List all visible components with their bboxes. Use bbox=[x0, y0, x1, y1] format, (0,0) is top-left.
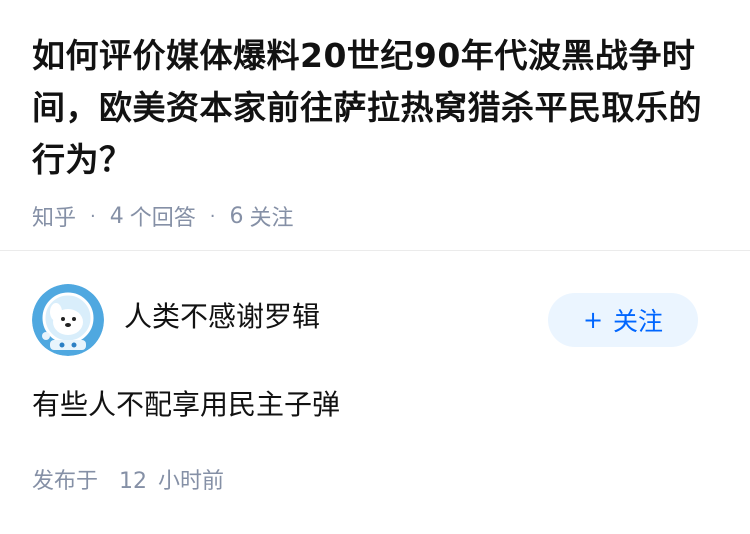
answer-card: 人类不感谢罗辑 + 关注 有些人不配享用民主子弹 发布于 12 小时前 bbox=[0, 251, 750, 495]
time-value: 12 bbox=[119, 469, 148, 494]
avatar[interactable] bbox=[32, 284, 104, 356]
follow-button[interactable]: + 关注 bbox=[548, 293, 698, 347]
answers-count: 4 bbox=[109, 203, 124, 229]
time-prefix: 发布于 bbox=[32, 469, 99, 494]
meta-separator: · bbox=[209, 205, 216, 227]
zhihu-question-page: 如何评价媒体爆料20世纪90年代波黑战争时间，欧美资本家前往萨拉热窝猎杀平民取乐… bbox=[0, 0, 750, 534]
answers-label[interactable]: 个回答 bbox=[130, 200, 196, 232]
time-unit: 小时前 bbox=[158, 469, 225, 494]
follow-label: 关注 bbox=[613, 307, 664, 336]
question-meta: 知乎 · 4 个回答 · 6 关注 bbox=[32, 200, 718, 232]
plus-icon: + bbox=[582, 306, 604, 334]
meta-separator: · bbox=[90, 205, 96, 227]
author-row: 人类不感谢罗辑 + 关注 bbox=[32, 283, 718, 357]
followers-label[interactable]: 关注 bbox=[250, 200, 294, 232]
answer-content[interactable]: 有些人不配享用民主子弹 bbox=[32, 385, 718, 425]
author-name[interactable]: 人类不感谢罗辑 bbox=[124, 295, 548, 335]
question-title[interactable]: 如何评价媒体爆料20世纪90年代波黑战争时间，欧美资本家前往萨拉热窝猎杀平民取乐… bbox=[32, 30, 718, 186]
astronaut-dog-avatar-icon bbox=[32, 284, 104, 356]
followers-count: 6 bbox=[229, 203, 244, 229]
question-source: 知乎 bbox=[32, 206, 77, 231]
question-header: 如何评价媒体爆料20世纪90年代波黑战争时间，欧美资本家前往萨拉热窝猎杀平民取乐… bbox=[0, 0, 750, 250]
answer-timestamp: 发布于 12 小时前 bbox=[32, 463, 718, 495]
